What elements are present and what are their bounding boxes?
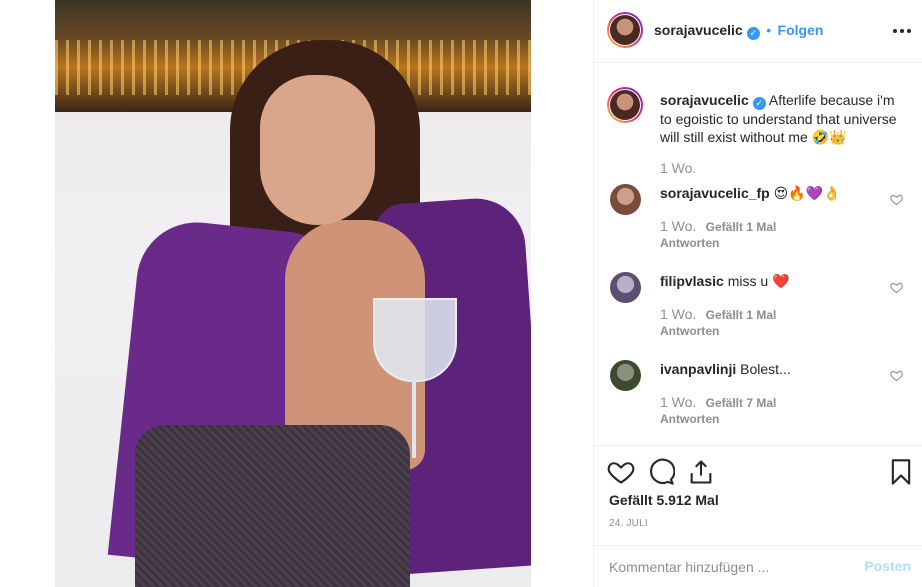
comment: ivanpavlinji Bolest... [660, 360, 860, 378]
comment-emojis: ❤️ [772, 273, 790, 289]
comment-text: Bolest... [740, 361, 791, 377]
post-date[interactable]: 24. JULI [609, 518, 648, 529]
reply-button[interactable]: Antworten [660, 236, 719, 250]
comment-username[interactable]: filipvlasic [660, 273, 724, 289]
reply-button[interactable]: Antworten [660, 412, 719, 426]
save-bookmark-icon[interactable] [887, 458, 915, 486]
share-icon[interactable] [687, 458, 715, 486]
verified-badge-icon: ✓ [746, 27, 760, 40]
reply-button[interactable]: Antworten [660, 324, 719, 338]
image-region [260, 75, 375, 225]
caption-username[interactable]: sorajavucelic [660, 92, 749, 108]
comment-time[interactable]: 1 Wo. [660, 218, 696, 234]
post-comment-button[interactable]: Posten [864, 558, 911, 574]
comment: filipvlasic miss u ❤️ [660, 272, 860, 290]
comment-username[interactable]: sorajavucelic_fp [660, 185, 770, 201]
header-username[interactable]: sorajavucelic [654, 22, 743, 38]
comment-time[interactable]: 1 Wo. [660, 394, 696, 410]
comment-username[interactable]: ivanpavlinji [660, 361, 736, 377]
comment-avatar[interactable] [610, 184, 641, 215]
comment: sorajavucelic_fp 😍🔥💜👌 [660, 184, 860, 202]
like-comment-heart-icon[interactable] [890, 193, 903, 206]
header-avatar[interactable] [607, 12, 643, 48]
more-options-icon[interactable] [893, 22, 911, 40]
like-comment-heart-icon[interactable] [890, 281, 903, 294]
image-region [412, 378, 416, 458]
like-heart-icon[interactable] [607, 458, 635, 486]
comments-list[interactable]: sorajavucelic ✓ Afterlife because i'm to … [594, 63, 922, 445]
follow-button[interactable]: Folgen [778, 22, 824, 38]
comment-text: miss u [727, 273, 769, 289]
comment-emojis: 😍🔥💜👌 [773, 185, 841, 201]
post-header: sorajavucelic ✓ • Folgen [594, 0, 922, 63]
image-region [373, 298, 457, 382]
caption-avatar[interactable] [607, 87, 643, 123]
comment-likes[interactable]: Gefällt 1 Mal [706, 308, 777, 322]
caption: sorajavucelic ✓ Afterlife because i'm to … [660, 91, 905, 146]
comment-time[interactable]: 1 Wo. [660, 306, 696, 322]
comment-input[interactable] [609, 546, 859, 587]
comment-avatar[interactable] [610, 272, 641, 303]
comment-bubble-icon[interactable] [647, 458, 675, 486]
comment-likes[interactable]: Gefällt 1 Mal [706, 220, 777, 234]
image-region [135, 425, 410, 587]
post-actions: Gefällt 5.912 Mal 24. JULI [594, 445, 922, 545]
header-separator: • [766, 22, 772, 38]
post-sidebar: sorajavucelic ✓ • Folgen sorajavucelic ✓ A… [593, 0, 922, 587]
comment-meta: 1 Wo. Gefällt 1 Mal [660, 306, 776, 322]
post-image[interactable] [55, 0, 531, 587]
add-comment-section: Posten [594, 545, 922, 587]
likes-count[interactable]: Gefällt 5.912 Mal [609, 492, 719, 508]
caption-emojis: 🤣👑 [811, 129, 847, 145]
caption-time[interactable]: 1 Wo. [660, 160, 696, 176]
comment-avatar[interactable] [610, 360, 641, 391]
post-image-pane [0, 0, 593, 587]
comment-meta: 1 Wo. Gefällt 7 Mal [660, 394, 776, 410]
comment-meta: 1 Wo. Gefällt 1 Mal [660, 218, 776, 234]
like-comment-heart-icon[interactable] [890, 369, 903, 382]
verified-badge-icon: ✓ [752, 97, 766, 110]
comment-likes[interactable]: Gefällt 7 Mal [706, 396, 777, 410]
